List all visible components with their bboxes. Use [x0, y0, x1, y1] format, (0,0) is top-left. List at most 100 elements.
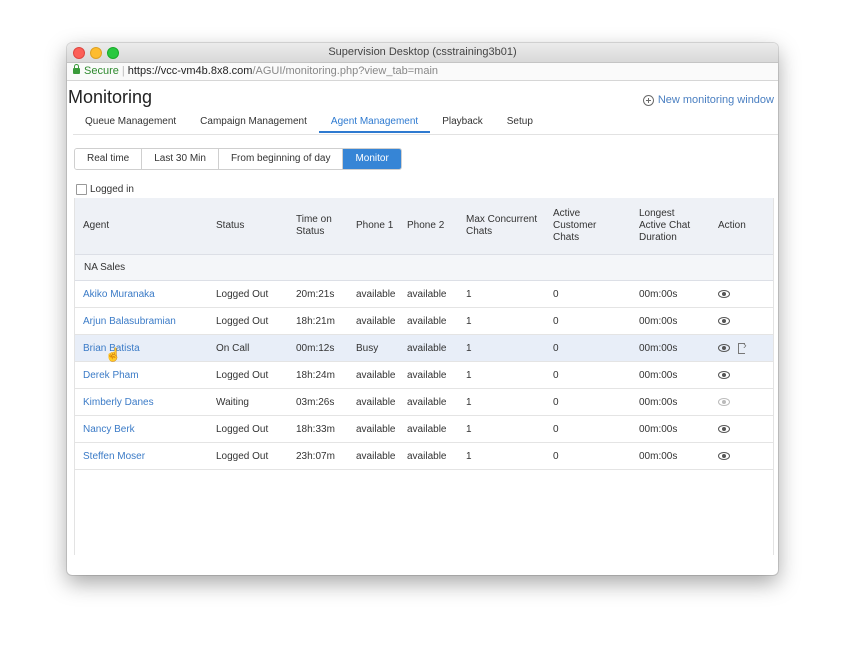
- url-host: https://vcc-vm4b.8x8.com: [127, 65, 253, 77]
- tab-queue-management[interactable]: Queue Management: [73, 112, 188, 133]
- logged-in-checkbox[interactable]: [76, 184, 87, 195]
- page-content: Monitoring New monitoring window Queue M…: [67, 81, 778, 555]
- active-chats-cell: 0: [553, 288, 559, 300]
- table-row: Steffen Moser Logged Out 23h:07m availab…: [75, 443, 773, 470]
- logged-in-filter[interactable]: Logged in: [76, 184, 134, 195]
- max-chats-cell: 1: [466, 450, 472, 462]
- window-title: Supervision Desktop (csstraining3b01): [328, 46, 517, 58]
- close-window-icon[interactable]: [73, 47, 85, 59]
- header-longest-line2: Active Chat: [639, 220, 691, 231]
- table-row: Akiko Muranaka Logged Out 20m:21s availa…: [75, 281, 773, 308]
- eye-icon[interactable]: [718, 290, 730, 298]
- main-tabs: Queue Management Campaign Management Age…: [73, 112, 778, 135]
- agent-link[interactable]: Kimberly Danes: [83, 397, 154, 408]
- action-cell: [718, 290, 730, 298]
- longest-chat-cell: 00m:00s: [639, 396, 678, 408]
- action-cell: [718, 371, 730, 379]
- max-chats-cell: 1: [466, 342, 472, 354]
- agent-link[interactable]: Arjun Balasubramian: [83, 316, 176, 327]
- agent-link[interactable]: Derek Pham: [83, 370, 139, 381]
- table-row: Nancy Berk Logged Out 18h:33m available …: [75, 416, 773, 443]
- agent-link[interactable]: Nancy Berk: [83, 424, 135, 435]
- phone1-cell: available: [356, 369, 396, 381]
- longest-chat-cell: 00m:00s: [639, 342, 678, 354]
- phone2-cell: available: [407, 342, 447, 354]
- tab-agent-management[interactable]: Agent Management: [318, 112, 431, 133]
- action-cell: [718, 317, 730, 325]
- header-phone1[interactable]: Phone 1: [356, 220, 393, 232]
- new-monitoring-window-link[interactable]: New monitoring window: [642, 94, 774, 106]
- real-time-button[interactable]: Real time: [75, 149, 143, 169]
- tab-setup[interactable]: Setup: [495, 112, 545, 133]
- action-cell: [718, 425, 730, 433]
- new-monitoring-window-label: New monitoring window: [657, 94, 774, 106]
- header-status[interactable]: Status: [216, 220, 244, 232]
- active-chats-cell: 0: [553, 342, 559, 354]
- header-time-line2: Status: [296, 226, 325, 237]
- tab-campaign-management[interactable]: Campaign Management: [188, 112, 319, 133]
- hand-cursor-icon: ☝: [105, 347, 122, 362]
- eye-icon[interactable]: [718, 344, 730, 352]
- longest-chat-cell: 00m:00s: [639, 315, 678, 327]
- time-cell: 20m:21s: [296, 288, 335, 300]
- time-cell: 18h:24m: [296, 369, 335, 381]
- window-controls: [73, 47, 119, 59]
- max-chats-cell: 1: [466, 423, 472, 435]
- header-action: Action: [718, 220, 746, 231]
- last-30-min-button[interactable]: Last 30 Min: [142, 149, 219, 169]
- active-chats-cell: 0: [553, 369, 559, 381]
- header-time-on-status[interactable]: Time on Status: [296, 214, 332, 238]
- header-active-line1: Active: [553, 208, 581, 219]
- table-row: Brian Batista ☝ On Call 00m:12s Busy ava…: [75, 335, 773, 362]
- address-bar[interactable]: Secure | https://vcc-vm4b.8x8.com/AGUI/mon…: [67, 63, 778, 81]
- phone1-cell: available: [356, 423, 396, 435]
- phone1-cell: available: [356, 396, 396, 408]
- status-cell: Logged Out: [216, 315, 269, 327]
- browser-window: Supervision Desktop (csstraining3b01) Se…: [67, 43, 778, 575]
- header-max-concurrent-chats[interactable]: Max Concurrent Chats: [466, 214, 537, 238]
- eye-icon[interactable]: [718, 425, 730, 433]
- plus-circle-icon: [642, 94, 654, 106]
- monitor-button[interactable]: Monitor: [343, 149, 401, 169]
- lock-icon: [73, 64, 80, 74]
- header-max-line2: Chats: [466, 226, 493, 237]
- header-active-line3: Chats: [553, 232, 580, 243]
- header-agent[interactable]: Agent: [83, 220, 109, 232]
- header-longest-active-chat-duration[interactable]: Longest Active Chat Duration: [639, 208, 690, 244]
- eye-icon[interactable]: [718, 452, 730, 460]
- header-longest-line3: Duration: [639, 232, 677, 243]
- time-cell: 23h:07m: [296, 450, 335, 462]
- action-cell: [718, 398, 730, 406]
- status-cell: Logged Out: [216, 288, 269, 300]
- status-cell: Logged Out: [216, 369, 269, 381]
- longest-chat-cell: 00m:00s: [639, 423, 678, 435]
- header-active-customer-chats[interactable]: Active Customer Chats: [553, 208, 596, 244]
- agent-table: Agent Status Time on Status Phone 1 Phon…: [74, 198, 774, 555]
- eye-icon[interactable]: [718, 371, 730, 379]
- phone2-cell: available: [407, 288, 447, 300]
- active-chats-cell: 0: [553, 396, 559, 408]
- tab-playback[interactable]: Playback: [430, 112, 495, 133]
- title-bar: Supervision Desktop (csstraining3b01): [67, 43, 778, 63]
- active-chats-cell: 0: [553, 450, 559, 462]
- status-cell: Waiting: [216, 396, 249, 408]
- status-cell: On Call: [216, 342, 250, 354]
- eye-icon: [718, 398, 730, 406]
- log-out-agent-icon[interactable]: [738, 340, 747, 354]
- agent-link[interactable]: Steffen Moser: [83, 451, 145, 462]
- action-cell: [718, 340, 747, 354]
- from-beginning-of-day-button[interactable]: From beginning of day: [218, 149, 344, 169]
- group-row: NA Sales: [75, 255, 773, 281]
- phone2-cell: available: [407, 423, 447, 435]
- page-title: Monitoring: [68, 87, 153, 107]
- table-row: Derek Pham Logged Out 18h:24m available …: [75, 362, 773, 389]
- eye-icon[interactable]: [718, 317, 730, 325]
- active-chats-cell: 0: [553, 423, 559, 435]
- action-cell: [718, 452, 730, 460]
- agent-link[interactable]: Akiko Muranaka: [83, 289, 155, 300]
- maximize-window-icon[interactable]: [107, 47, 119, 59]
- header-phone2[interactable]: Phone 2: [407, 220, 444, 232]
- minimize-window-icon[interactable]: [90, 47, 102, 59]
- status-cell: Logged Out: [216, 423, 269, 435]
- max-chats-cell: 1: [466, 288, 472, 300]
